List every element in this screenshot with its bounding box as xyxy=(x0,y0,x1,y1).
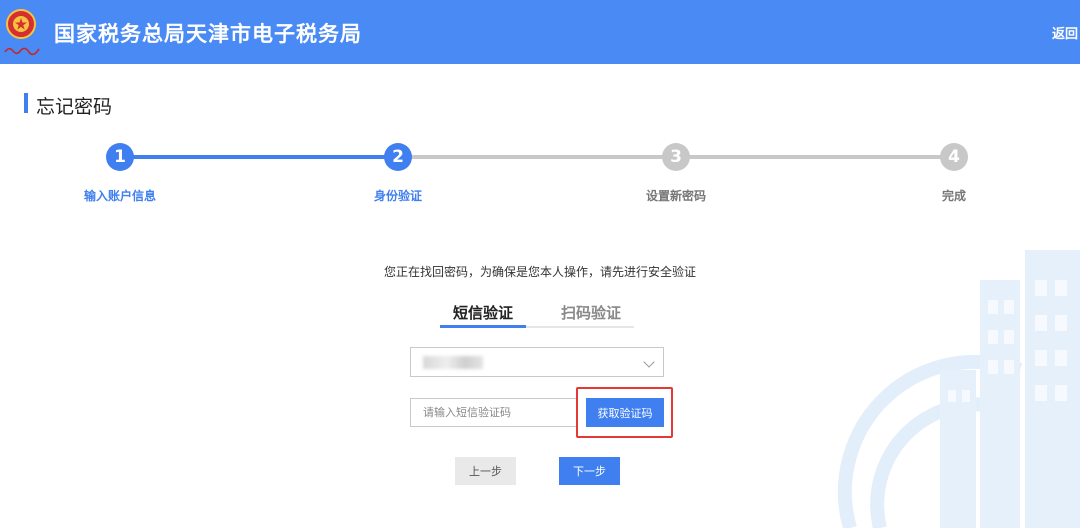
tab-sms-verify[interactable]: 短信验证 xyxy=(440,302,526,328)
building-watermark-icon xyxy=(837,250,1080,528)
step-3-circle: 3 xyxy=(662,143,690,171)
prev-step-button[interactable]: 上一步 xyxy=(455,457,516,485)
tax-emblem-icon xyxy=(6,9,36,39)
next-step-button[interactable]: 下一步 xyxy=(559,457,620,485)
masked-phone-value xyxy=(423,356,483,369)
step-1-circle: 1 xyxy=(106,143,134,171)
step-4-circle: 4 xyxy=(940,143,968,171)
phone-select[interactable] xyxy=(410,347,664,377)
step-2-label: 身份验证 xyxy=(373,189,422,203)
site-title: 国家税务总局天津市电子税务局 xyxy=(54,22,362,46)
back-link[interactable]: 返回 xyxy=(1052,23,1078,42)
top-header: 国家税务总局天津市电子税务局 返回 xyxy=(0,0,1080,64)
step-2-circle: 2 xyxy=(384,143,412,171)
chevron-down-icon xyxy=(643,356,655,368)
step-4-label: 完成 xyxy=(941,189,966,203)
annotation-highlight-box xyxy=(576,387,673,438)
step-3-label: 设置新密码 xyxy=(645,189,706,203)
step-connector-1 xyxy=(120,155,398,159)
sms-code-input[interactable] xyxy=(410,398,576,427)
verify-instruction: 您正在找回密码，为确保是您本人操作，请先进行安全验证 xyxy=(383,265,696,279)
page-title-accent xyxy=(24,93,28,113)
page-title: 忘记密码 xyxy=(36,96,113,118)
verify-tabs: 短信验证 扫码验证 xyxy=(440,302,634,328)
emblem-signature-icon xyxy=(4,47,40,56)
tab-scan-verify[interactable]: 扫码验证 xyxy=(548,302,634,328)
step-1-label: 输入账户信息 xyxy=(83,189,156,203)
step-connector-3 xyxy=(676,155,954,159)
step-connector-2 xyxy=(398,155,676,159)
